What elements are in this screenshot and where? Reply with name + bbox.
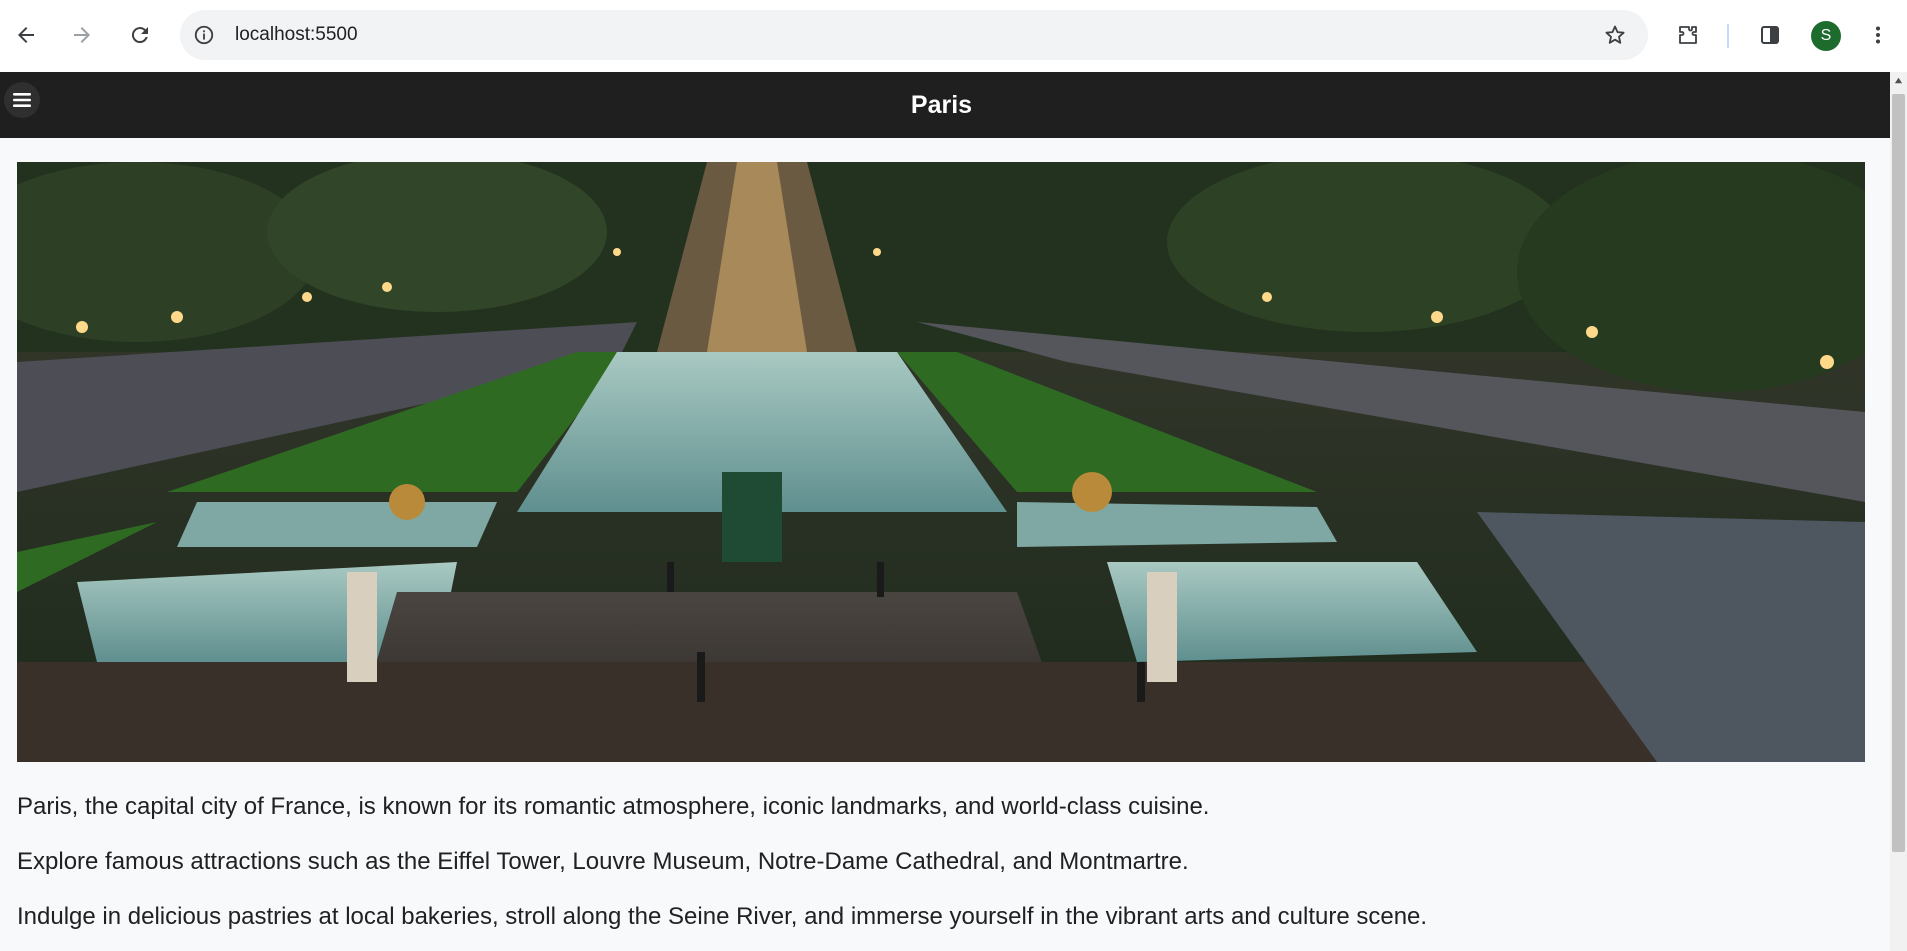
scroll-up-arrow-icon[interactable] [1890, 72, 1907, 89]
scrollbar-thumb[interactable] [1892, 94, 1905, 852]
info-icon[interactable] [192, 23, 216, 47]
forward-button[interactable] [62, 15, 102, 55]
hero-image [17, 162, 1865, 762]
reload-button[interactable] [120, 15, 160, 55]
side-panel-icon [1761, 26, 1779, 44]
intro-paragraph: Paris, the capital city of France, is kn… [17, 793, 1210, 820]
profile-avatar[interactable]: S [1811, 21, 1841, 51]
attractions-paragraph: Explore famous attractions such as the E… [17, 848, 1189, 875]
kebab-menu-icon [1876, 26, 1880, 44]
side-panel-button[interactable] [1750, 15, 1790, 55]
reload-icon [131, 27, 148, 44]
star-icon[interactable] [1602, 22, 1628, 48]
extensions-button[interactable] [1668, 15, 1708, 55]
site-header: Paris [0, 72, 1890, 138]
toolbar-divider [1727, 24, 1729, 48]
page-scrollbar[interactable] [1890, 72, 1907, 951]
browser-menu-button[interactable] [1858, 15, 1898, 55]
paris-fountain-illustration [17, 162, 1865, 762]
arrow-right-icon [74, 27, 90, 43]
url-text[interactable]: localhost:5500 [235, 10, 358, 60]
puzzle-icon [1679, 26, 1697, 44]
profile-initial: S [1820, 27, 1832, 44]
browser-toolbar: localhost:5500 S [0, 0, 1907, 73]
arrow-left-icon [18, 27, 34, 43]
back-button[interactable] [6, 15, 46, 55]
address-bar[interactable]: localhost:5500 [180, 10, 1648, 60]
page-title: Paris [910, 91, 973, 119]
culture-paragraph: Indulge in delicious pastries at local b… [17, 903, 1428, 930]
